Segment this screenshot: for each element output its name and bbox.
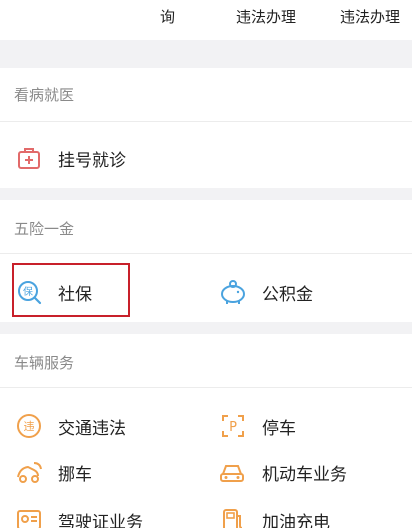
top-service-row: 询 违法办理 违法办理 — [0, 0, 412, 40]
section-header-medical: 看病就医 — [0, 68, 412, 122]
section-body-vehicle: 违 交通违法 P 停车 挪车 机动车业务 驾驶证业务 加油充电 — [0, 388, 412, 528]
service-item-label: 公积金 — [262, 284, 313, 305]
fuel-charge-icon — [218, 505, 248, 528]
service-item-registration[interactable]: 挂号就诊 — [14, 136, 126, 180]
top-item-label[interactable]: 违法办理 — [236, 6, 296, 27]
piggy-bank-icon — [218, 277, 248, 307]
svg-text:P: P — [229, 420, 237, 435]
service-item-label: 停车 — [262, 418, 296, 439]
svg-text:违: 违 — [24, 420, 35, 433]
service-item-move-car[interactable]: 挪车 — [14, 450, 92, 494]
service-item-label: 交通违法 — [58, 418, 126, 439]
section-title: 车辆服务 — [14, 354, 75, 372]
medical-kit-icon — [14, 143, 44, 173]
parking-icon: P — [218, 411, 248, 441]
section-title: 看病就医 — [14, 86, 75, 104]
service-item-parking[interactable]: P 停车 — [218, 404, 296, 448]
service-item-label: 机动车业务 — [262, 464, 347, 485]
service-item-label: 驾驶证业务 — [58, 512, 143, 528]
top-item-label[interactable]: 违法办理 — [340, 6, 400, 27]
service-item-traffic-violation[interactable]: 违 交通违法 — [14, 404, 126, 448]
driver-license-icon — [14, 505, 44, 528]
section-title: 五险一金 — [14, 220, 75, 238]
selection-highlight-box — [12, 263, 130, 317]
move-car-icon — [14, 457, 44, 487]
traffic-violation-icon: 违 — [14, 411, 44, 441]
section-body-medical: 挂号就诊 — [0, 122, 412, 188]
service-item-fuel-charge[interactable]: 加油充电 — [218, 498, 330, 528]
service-item-vehicle-business[interactable]: 机动车业务 — [218, 450, 347, 494]
service-item-housing-fund[interactable]: 公积金 — [218, 270, 313, 314]
top-item-label[interactable]: 询 — [160, 6, 175, 27]
service-item-label: 加油充电 — [262, 512, 330, 528]
car-service-icon — [218, 457, 248, 487]
section-header-vehicle: 车辆服务 — [0, 334, 412, 388]
service-item-label: 挂号就诊 — [58, 150, 126, 171]
service-item-label: 挪车 — [58, 464, 92, 485]
service-item-driver-license[interactable]: 驾驶证业务 — [14, 498, 143, 528]
section-body-insurance: 保 社保 公积金 — [0, 254, 412, 322]
section-header-insurance: 五险一金 — [0, 200, 412, 254]
